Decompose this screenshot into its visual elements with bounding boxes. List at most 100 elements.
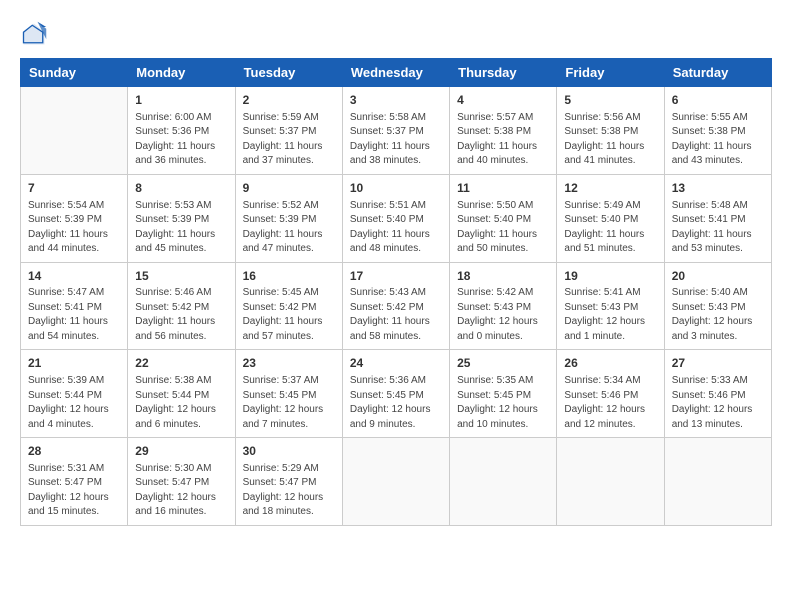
calendar-cell: [557, 438, 664, 526]
calendar-cell: 29 Sunrise: 5:30 AM Sunset: 5:47 PM Dayli…: [128, 438, 235, 526]
day-number: 5: [564, 92, 656, 109]
calendar-cell: [450, 438, 557, 526]
day-number: 27: [672, 355, 764, 372]
calendar-cell: 4 Sunrise: 5:57 AM Sunset: 5:38 PM Daylig…: [450, 87, 557, 175]
day-info: Sunrise: 5:43 AM Sunset: 5:42 PM Dayligh…: [350, 286, 442, 344]
day-info: Sunrise: 5:31 AM Sunset: 5:47 PM Dayligh…: [28, 462, 120, 520]
column-header-tuesday: Tuesday: [235, 59, 342, 87]
calendar-week-2: 7 Sunrise: 5:54 AM Sunset: 5:39 PM Daylig…: [21, 174, 772, 262]
calendar-cell: 23 Sunrise: 5:37 AM Sunset: 5:45 PM Dayli…: [235, 350, 342, 438]
day-info: Sunrise: 5:45 AM Sunset: 5:42 PM Dayligh…: [243, 286, 335, 344]
calendar-cell: 21 Sunrise: 5:39 AM Sunset: 5:44 PM Dayli…: [21, 350, 128, 438]
day-info: Sunrise: 5:54 AM Sunset: 5:39 PM Dayligh…: [28, 199, 120, 257]
day-number: 11: [457, 180, 549, 197]
calendar-week-5: 28 Sunrise: 5:31 AM Sunset: 5:47 PM Dayli…: [21, 438, 772, 526]
day-info: Sunrise: 5:37 AM Sunset: 5:45 PM Dayligh…: [243, 374, 335, 432]
calendar-cell: 10 Sunrise: 5:51 AM Sunset: 5:40 PM Dayli…: [342, 174, 449, 262]
day-number: 19: [564, 268, 656, 285]
day-number: 12: [564, 180, 656, 197]
calendar-cell: 26 Sunrise: 5:34 AM Sunset: 5:46 PM Dayli…: [557, 350, 664, 438]
calendar-cell: 6 Sunrise: 5:55 AM Sunset: 5:38 PM Daylig…: [664, 87, 771, 175]
calendar-cell: 1 Sunrise: 6:00 AM Sunset: 5:36 PM Daylig…: [128, 87, 235, 175]
day-info: Sunrise: 5:53 AM Sunset: 5:39 PM Dayligh…: [135, 199, 227, 257]
calendar-cell: 30Sunrise: 5:29 AM Sunset: 5:47 PM Dayli…: [235, 438, 342, 526]
day-number: 24: [350, 355, 442, 372]
day-number: 28: [28, 443, 120, 460]
day-info: Sunrise: 5:59 AM Sunset: 5:37 PM Dayligh…: [243, 111, 335, 169]
calendar-cell: 3 Sunrise: 5:58 AM Sunset: 5:37 PM Daylig…: [342, 87, 449, 175]
column-header-wednesday: Wednesday: [342, 59, 449, 87]
calendar-cell: 14Sunrise: 5:47 AM Sunset: 5:41 PM Dayli…: [21, 262, 128, 350]
calendar-cell: 17Sunrise: 5:43 AM Sunset: 5:42 PM Dayli…: [342, 262, 449, 350]
day-info: Sunrise: 5:51 AM Sunset: 5:40 PM Dayligh…: [350, 199, 442, 257]
day-number: 9: [243, 180, 335, 197]
calendar-cell: 22 Sunrise: 5:38 AM Sunset: 5:44 PM Dayli…: [128, 350, 235, 438]
day-info: Sunrise: 5:56 AM Sunset: 5:38 PM Dayligh…: [564, 111, 656, 169]
day-number: 30: [243, 443, 335, 460]
calendar-table: SundayMondayTuesdayWednesdayThursdayFrid…: [20, 58, 772, 526]
day-number: 25: [457, 355, 549, 372]
day-number: 22: [135, 355, 227, 372]
day-number: 26: [564, 355, 656, 372]
calendar-cell: 25 Sunrise: 5:35 AM Sunset: 5:45 PM Dayli…: [450, 350, 557, 438]
day-info: Sunrise: 5:50 AM Sunset: 5:40 PM Dayligh…: [457, 199, 549, 257]
calendar-cell: 24 Sunrise: 5:36 AM Sunset: 5:45 PM Dayli…: [342, 350, 449, 438]
day-number: 29: [135, 443, 227, 460]
day-number: 2: [243, 92, 335, 109]
calendar-cell: 2 Sunrise: 5:59 AM Sunset: 5:37 PM Daylig…: [235, 87, 342, 175]
calendar-cell: 12 Sunrise: 5:49 AM Sunset: 5:40 PM Dayli…: [557, 174, 664, 262]
day-info: Sunrise: 5:33 AM Sunset: 5:46 PM Dayligh…: [672, 374, 764, 432]
day-info: Sunrise: 5:42 AM Sunset: 5:43 PM Dayligh…: [457, 286, 549, 344]
day-number: 20: [672, 268, 764, 285]
calendar-cell: 28 Sunrise: 5:31 AM Sunset: 5:47 PM Dayli…: [21, 438, 128, 526]
calendar-cell: 27 Sunrise: 5:33 AM Sunset: 5:46 PM Dayli…: [664, 350, 771, 438]
day-number: 18: [457, 268, 549, 285]
column-header-thursday: Thursday: [450, 59, 557, 87]
column-header-monday: Monday: [128, 59, 235, 87]
day-info: Sunrise: 5:34 AM Sunset: 5:46 PM Dayligh…: [564, 374, 656, 432]
day-info: Sunrise: 5:39 AM Sunset: 5:44 PM Dayligh…: [28, 374, 120, 432]
day-info: Sunrise: 5:41 AM Sunset: 5:43 PM Dayligh…: [564, 286, 656, 344]
calendar-cell: 15Sunrise: 5:46 AM Sunset: 5:42 PM Dayli…: [128, 262, 235, 350]
calendar-cell: [342, 438, 449, 526]
day-info: Sunrise: 5:55 AM Sunset: 5:38 PM Dayligh…: [672, 111, 764, 169]
day-number: 13: [672, 180, 764, 197]
day-info: Sunrise: 5:40 AM Sunset: 5:43 PM Dayligh…: [672, 286, 764, 344]
calendar-cell: 20Sunrise: 5:40 AM Sunset: 5:43 PM Dayli…: [664, 262, 771, 350]
day-number: 10: [350, 180, 442, 197]
day-number: 17: [350, 268, 442, 285]
calendar-week-1: 1 Sunrise: 6:00 AM Sunset: 5:36 PM Daylig…: [21, 87, 772, 175]
day-number: 3: [350, 92, 442, 109]
day-info: Sunrise: 5:57 AM Sunset: 5:38 PM Dayligh…: [457, 111, 549, 169]
calendar-cell: [21, 87, 128, 175]
day-info: Sunrise: 5:30 AM Sunset: 5:47 PM Dayligh…: [135, 462, 227, 520]
calendar-week-4: 21 Sunrise: 5:39 AM Sunset: 5:44 PM Dayli…: [21, 350, 772, 438]
day-info: Sunrise: 5:38 AM Sunset: 5:44 PM Dayligh…: [135, 374, 227, 432]
calendar-cell: 18Sunrise: 5:42 AM Sunset: 5:43 PM Dayli…: [450, 262, 557, 350]
day-info: Sunrise: 6:00 AM Sunset: 5:36 PM Dayligh…: [135, 111, 227, 169]
day-number: 23: [243, 355, 335, 372]
day-info: Sunrise: 5:49 AM Sunset: 5:40 PM Dayligh…: [564, 199, 656, 257]
calendar-cell: 19Sunrise: 5:41 AM Sunset: 5:43 PM Dayli…: [557, 262, 664, 350]
day-number: 6: [672, 92, 764, 109]
day-info: Sunrise: 5:46 AM Sunset: 5:42 PM Dayligh…: [135, 286, 227, 344]
day-info: Sunrise: 5:35 AM Sunset: 5:45 PM Dayligh…: [457, 374, 549, 432]
calendar-cell: 13Sunrise: 5:48 AM Sunset: 5:41 PM Dayli…: [664, 174, 771, 262]
day-number: 4: [457, 92, 549, 109]
day-number: 1: [135, 92, 227, 109]
day-info: Sunrise: 5:47 AM Sunset: 5:41 PM Dayligh…: [28, 286, 120, 344]
column-header-friday: Friday: [557, 59, 664, 87]
day-number: 15: [135, 268, 227, 285]
day-info: Sunrise: 5:36 AM Sunset: 5:45 PM Dayligh…: [350, 374, 442, 432]
calendar-cell: 7 Sunrise: 5:54 AM Sunset: 5:39 PM Daylig…: [21, 174, 128, 262]
calendar-cell: 16Sunrise: 5:45 AM Sunset: 5:42 PM Dayli…: [235, 262, 342, 350]
day-number: 16: [243, 268, 335, 285]
day-number: 8: [135, 180, 227, 197]
day-number: 21: [28, 355, 120, 372]
day-number: 7: [28, 180, 120, 197]
logo: [20, 20, 52, 48]
day-info: Sunrise: 5:52 AM Sunset: 5:39 PM Dayligh…: [243, 199, 335, 257]
calendar-cell: 11 Sunrise: 5:50 AM Sunset: 5:40 PM Dayli…: [450, 174, 557, 262]
day-info: Sunrise: 5:58 AM Sunset: 5:37 PM Dayligh…: [350, 111, 442, 169]
calendar-cell: 5 Sunrise: 5:56 AM Sunset: 5:38 PM Daylig…: [557, 87, 664, 175]
